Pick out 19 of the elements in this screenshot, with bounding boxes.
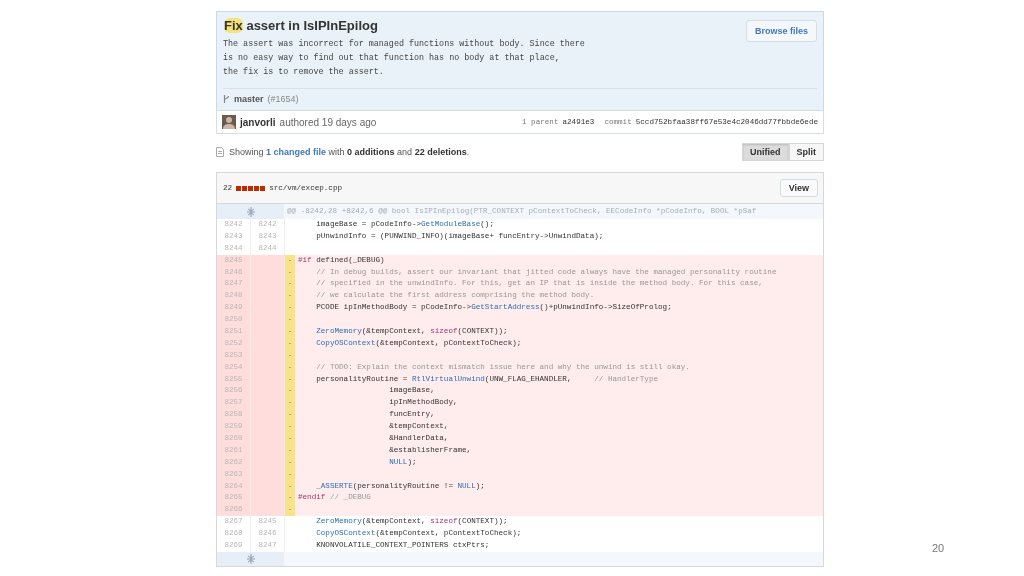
branch-name[interactable]: master	[234, 94, 264, 104]
browse-files-button[interactable]: Browse files	[745, 20, 817, 42]
author-name[interactable]: janvorli	[240, 116, 276, 128]
view-file-button[interactable]: View	[779, 179, 818, 197]
diff-summary: Showing 1 changed file with 0 additions and 22 deletions.	[229, 147, 470, 157]
view-mode-tab[interactable]: Split	[788, 143, 824, 161]
authored-time: authored 19 days ago	[279, 116, 377, 128]
file-icon	[216, 147, 224, 157]
avatar-icon	[222, 115, 236, 129]
diffstat-icon	[236, 185, 266, 191]
expand-icon[interactable]	[245, 206, 256, 217]
expand-icon[interactable]	[245, 553, 256, 564]
slide-number: 20	[932, 542, 945, 554]
changed-files-link[interactable]: 1 changed file	[266, 147, 327, 157]
view-mode-tab[interactable]: Unified	[742, 143, 789, 161]
commit-message: The assert was incorrect for managed functions without body. Since there is no easy way to find out that function has no body at that place, the fix is to remove the assert.	[223, 38, 585, 79]
commit-title: Fix assert in IsIPInEpilog	[223, 18, 379, 33]
gutter-cell	[251, 504, 285, 517]
branch-icon	[223, 94, 230, 104]
